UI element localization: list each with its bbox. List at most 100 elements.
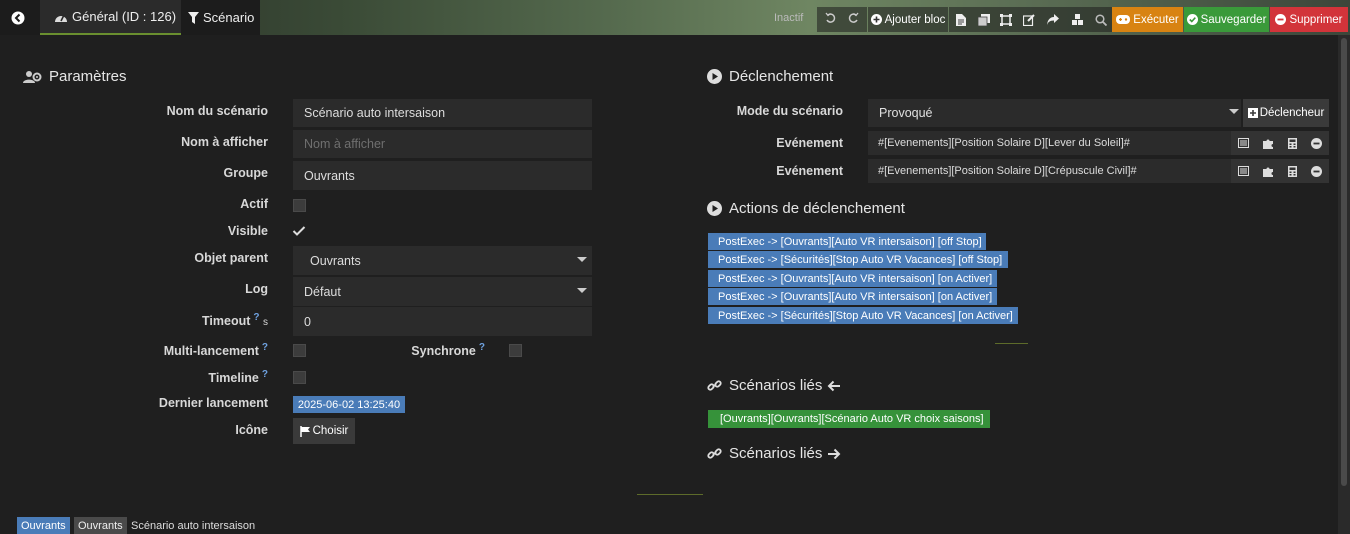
visible-label: Visible bbox=[227, 224, 268, 238]
list-alt-icon[interactable] bbox=[1238, 166, 1249, 176]
log-label: Log bbox=[245, 282, 268, 296]
action-item[interactable]: PostExec -> [Sécurités][Stop Auto VR Vac… bbox=[708, 307, 1018, 324]
save-label: Sauvegarder bbox=[1200, 13, 1267, 26]
list-alt-icon[interactable] bbox=[1238, 138, 1249, 148]
arrow-left-circle-icon bbox=[11, 11, 25, 24]
file-icon bbox=[956, 13, 966, 26]
choose-icon-button[interactable]: Choisir bbox=[293, 418, 355, 444]
action-item[interactable]: PostExec -> [Ouvrants][Auto VR intersais… bbox=[708, 233, 986, 250]
params-title: Paramètres bbox=[49, 68, 127, 85]
question-circle-icon[interactable]: ? bbox=[262, 369, 268, 380]
choose-label: Choisir bbox=[312, 425, 349, 437]
add-block-button[interactable]: Ajouter bloc bbox=[868, 7, 948, 32]
action-item[interactable]: PostExec -> [Ouvrants][Auto VR intersais… bbox=[708, 270, 997, 287]
last-run-label: Dernier lancement bbox=[158, 396, 268, 410]
mode-label: Mode du scénario bbox=[736, 104, 843, 118]
delete-button[interactable]: Supprimer bbox=[1270, 7, 1348, 32]
linked-in-section-title: Scénarios liés bbox=[707, 377, 848, 394]
link-icon bbox=[707, 448, 722, 459]
mode-select[interactable]: Provoqué bbox=[868, 99, 1241, 127]
multi-launch-text: Multi-lancement bbox=[163, 344, 259, 359]
timeline-text: Timeline bbox=[208, 371, 259, 386]
plus-circle-icon bbox=[870, 14, 882, 25]
timeout-label: Timeout? s bbox=[120, 312, 268, 328]
minus-circle-icon[interactable] bbox=[1311, 137, 1322, 149]
filter-icon bbox=[188, 11, 199, 24]
trigger-section-title: Déclenchement bbox=[707, 68, 833, 85]
group-label: Groupe bbox=[223, 166, 268, 180]
sync-text: Synchrone bbox=[411, 344, 476, 359]
gamepad-icon bbox=[1116, 15, 1131, 24]
question-circle-icon[interactable]: ? bbox=[479, 342, 485, 353]
divider bbox=[637, 494, 703, 495]
expand-icon bbox=[1000, 13, 1012, 26]
breadcrumb-scenario: Scénario auto intersaison bbox=[131, 519, 256, 532]
scenario-name-input[interactable]: Scénario auto intersaison bbox=[293, 99, 592, 127]
linked-scenario-item[interactable]: [Ouvrants][Ouvrants][Scénario Auto VR ch… bbox=[708, 410, 990, 428]
event-actions bbox=[1231, 131, 1329, 155]
puzzle-icon[interactable] bbox=[1263, 166, 1274, 177]
add-block-label: Ajouter bloc bbox=[884, 13, 946, 26]
params-section-title: Paramètres bbox=[23, 68, 127, 85]
action-item[interactable]: PostExec -> [Sécurités][Stop Auto VR Vac… bbox=[708, 251, 1008, 268]
minus-circle-icon[interactable] bbox=[1311, 165, 1322, 177]
actions-section-title: Actions de déclenchement bbox=[707, 200, 905, 217]
undo-redo-group bbox=[817, 7, 867, 32]
expand-button[interactable] bbox=[995, 7, 1017, 32]
breadcrumb-object[interactable]: Ouvrants bbox=[17, 517, 70, 534]
redo-icon bbox=[848, 12, 859, 23]
timeline-checkbox[interactable] bbox=[293, 371, 306, 384]
timeline-label: Timeline? bbox=[120, 369, 268, 385]
event-label: Evénement bbox=[776, 136, 843, 150]
back-button[interactable] bbox=[0, 0, 40, 35]
redo-button[interactable] bbox=[847, 12, 859, 27]
arrow-left-icon bbox=[827, 380, 841, 391]
active-checkbox[interactable] bbox=[293, 199, 306, 212]
event-input[interactable]: #[Evenements][Position Solaire D][Lever … bbox=[868, 131, 1231, 155]
multi-launch-label: Multi-lancement? bbox=[120, 342, 268, 358]
display-name-label: Nom à afficher bbox=[181, 135, 268, 149]
copy-icon bbox=[978, 13, 990, 26]
delete-label: Supprimer bbox=[1289, 13, 1343, 26]
share-button[interactable] bbox=[1041, 7, 1065, 32]
action-item[interactable]: PostExec -> [Ouvrants][Auto VR intersais… bbox=[708, 288, 997, 305]
multi-launch-checkbox[interactable] bbox=[293, 344, 306, 357]
timeout-label-text: Timeout bbox=[202, 314, 251, 329]
visible-checkbox[interactable] bbox=[292, 224, 306, 240]
caret-down-icon bbox=[577, 257, 587, 262]
undo-button[interactable] bbox=[825, 12, 837, 27]
event-input[interactable]: #[Evenements][Position Solaire D][Crépus… bbox=[868, 159, 1231, 183]
edit-icon bbox=[1023, 13, 1035, 26]
file-button[interactable] bbox=[949, 7, 973, 32]
calculator-icon[interactable] bbox=[1288, 165, 1297, 177]
edit-button[interactable] bbox=[1017, 7, 1041, 32]
calculator-icon[interactable] bbox=[1288, 137, 1297, 149]
play-circle-icon bbox=[707, 69, 722, 84]
parent-object-select[interactable]: Ouvrants bbox=[293, 246, 592, 275]
save-button[interactable]: Sauvegarder bbox=[1184, 7, 1269, 32]
tab-scenario[interactable]: Scénario bbox=[181, 0, 260, 35]
log-select[interactable]: Défaut bbox=[293, 277, 592, 306]
status-label: Inactif bbox=[774, 12, 804, 24]
question-circle-icon[interactable]: ? bbox=[253, 312, 259, 323]
execute-button[interactable]: Exécuter bbox=[1112, 7, 1183, 32]
divider bbox=[995, 343, 1028, 344]
tab-general[interactable]: Général (ID : 126) bbox=[40, 0, 181, 35]
actions-title: Actions de déclenchement bbox=[729, 200, 905, 217]
question-circle-icon[interactable]: ? bbox=[262, 342, 268, 353]
execute-label: Exécuter bbox=[1133, 13, 1179, 26]
cubes-button[interactable] bbox=[1065, 7, 1089, 32]
scrollbar-thumb[interactable] bbox=[1341, 38, 1347, 486]
active-label: Actif bbox=[240, 197, 268, 211]
add-trigger-button[interactable]: Déclencheur bbox=[1243, 99, 1329, 127]
search-button[interactable] bbox=[1089, 7, 1112, 32]
puzzle-icon[interactable] bbox=[1263, 138, 1274, 149]
group-input[interactable]: Ouvrants bbox=[293, 161, 592, 190]
copy-button[interactable] bbox=[973, 7, 995, 32]
timeout-input[interactable]: 0 bbox=[293, 307, 592, 336]
sync-checkbox[interactable] bbox=[509, 344, 522, 357]
display-name-input[interactable]: Nom à afficher bbox=[293, 130, 592, 158]
timeout-unit: s bbox=[263, 317, 268, 329]
trigger-button-label: Déclencheur bbox=[1259, 107, 1325, 119]
breadcrumb-group[interactable]: Ouvrants bbox=[74, 517, 127, 534]
